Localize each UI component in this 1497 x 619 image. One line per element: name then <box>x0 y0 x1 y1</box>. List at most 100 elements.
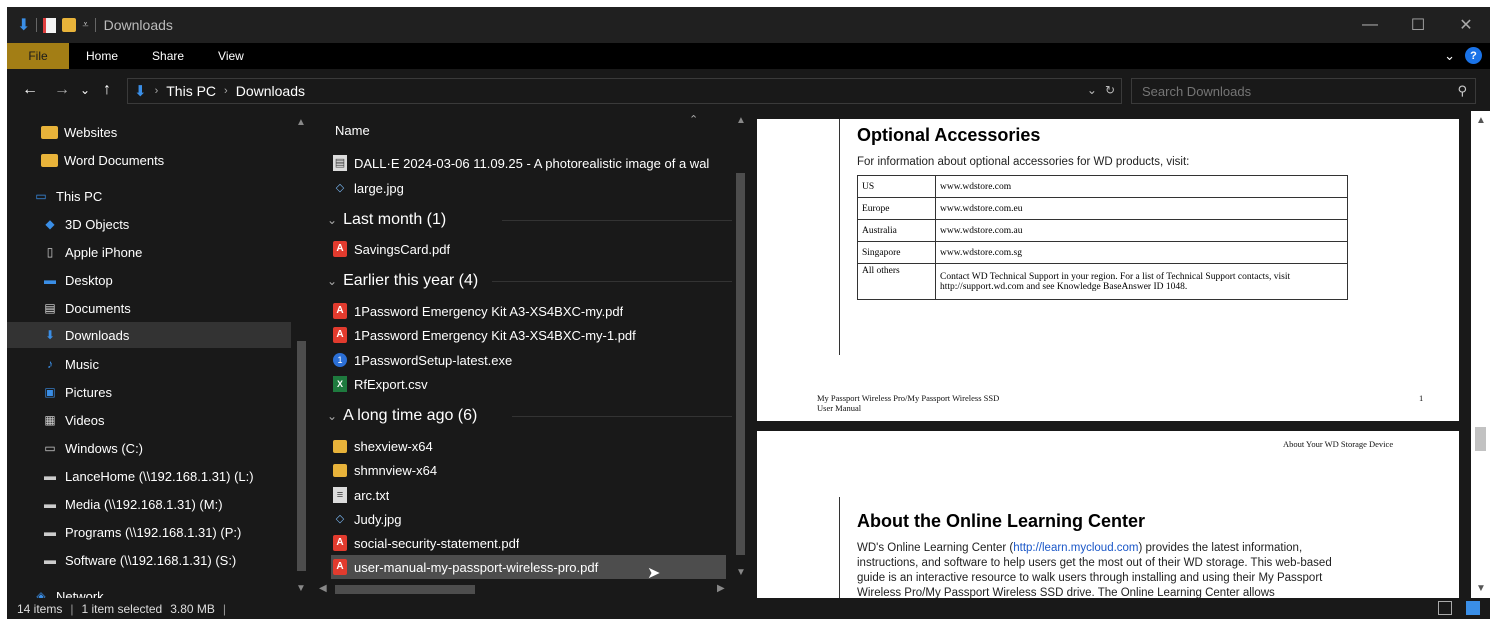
tab-view[interactable]: View <box>201 43 261 69</box>
nav-item-this-pc[interactable]: ▭ This PC <box>32 183 102 209</box>
file-row[interactable]: shmnview-x64 <box>333 458 437 482</box>
pdf-icon: A <box>333 559 347 575</box>
details-view-icon[interactable] <box>1438 601 1452 615</box>
nav-item-pictures[interactable]: ▣ Pictures <box>41 379 112 405</box>
nav-scroll-thumb[interactable] <box>297 341 306 571</box>
nav-item-downloads[interactable]: ⬇ Downloads <box>7 322 291 348</box>
scroll-down-icon[interactable]: ▼ <box>736 567 746 578</box>
file-list-hscroll-thumb[interactable] <box>335 585 475 594</box>
nav-item-label: Music <box>65 356 99 372</box>
network-icon: ◈ <box>36 589 46 598</box>
file-name: DALL·E 2024-03-06 11.09.25 - A photoreal… <box>354 155 710 171</box>
nav-item-label: Pictures <box>65 384 112 400</box>
folder-icon <box>41 125 58 139</box>
search-box[interactable]: ⚲ <box>1131 78 1476 104</box>
file-name: 1Password Emergency Kit A3-XS4BXC-my-1.p… <box>354 327 636 343</box>
forward-button[interactable]: → <box>49 81 75 99</box>
scroll-down-icon[interactable]: ▼ <box>296 583 306 594</box>
file-row[interactable]: 1 1PasswordSetup-latest.exe <box>333 348 512 372</box>
nav-item-windows-c[interactable]: ▭ Windows (C:) <box>41 435 143 461</box>
group-divider <box>502 220 732 221</box>
scroll-up-icon[interactable]: ▲ <box>736 115 746 126</box>
nav-item-software-s[interactable]: ▬ Software (\\192.168.1.31) (S:) <box>41 547 236 573</box>
group-header-earlier-this-year[interactable]: ⌄ Earlier this year (4) <box>327 269 732 293</box>
nav-item-label: Word Documents <box>64 152 165 168</box>
explorer-window: ⬇ ⩡ Downloads — ☐ ✕ File Home Share View… <box>7 7 1490 619</box>
search-input[interactable] <box>1142 83 1442 99</box>
navigation-pane: Websites Word Documents ▭ This PC ◆ 3D Obj… <box>7 111 313 598</box>
file-row[interactable]: shexview-x64 <box>333 434 433 458</box>
maximize-button[interactable]: ☐ <box>1394 7 1442 43</box>
videos-icon: ▦ <box>44 413 56 427</box>
file-list-scroll-thumb[interactable] <box>736 173 745 555</box>
nav-scrollbar[interactable]: ▲ ▼ <box>293 111 310 598</box>
address-dropdown-icon[interactable]: ⌄ <box>1087 83 1097 97</box>
scroll-up-icon[interactable]: ▲ <box>1476 115 1486 126</box>
file-row[interactable]: A 1Password Emergency Kit A3-XS4BXC-my.pd… <box>333 299 623 323</box>
phone-icon: ▯ <box>46 245 54 259</box>
breadcrumb-downloads[interactable]: Downloads <box>236 83 305 99</box>
nav-item-media-m[interactable]: ▬ Media (\\192.168.1.31) (M:) <box>41 491 223 517</box>
file-row[interactable]: X RfExport.csv <box>333 372 428 396</box>
recent-locations-button[interactable]: ⌄ <box>75 83 95 97</box>
nav-item-videos[interactable]: ▦ Videos <box>41 407 104 433</box>
pdf-icon: A <box>333 327 347 343</box>
help-icon[interactable]: ? <box>1465 47 1482 64</box>
toolbar-divider <box>36 18 38 32</box>
address-bar[interactable]: ⬇ › This PC › Downloads ⌄ ↻ <box>127 78 1122 104</box>
column-header-name[interactable]: Name <box>335 123 370 138</box>
tab-file[interactable]: File <box>7 43 69 69</box>
close-button[interactable]: ✕ <box>1442 7 1490 43</box>
preview-scrollbar[interactable]: ▲ ▼ <box>1471 111 1490 598</box>
file-list-horizontal-scrollbar[interactable]: ◀ ▶ <box>313 581 733 598</box>
refresh-icon[interactable]: ↻ <box>1105 83 1115 97</box>
breadcrumb-this-pc[interactable]: This PC <box>166 83 216 99</box>
back-button[interactable]: ← <box>17 81 43 99</box>
scroll-down-icon[interactable]: ▼ <box>1476 583 1486 594</box>
file-row[interactable]: ◇ Judy.jpg <box>333 507 402 531</box>
chevron-down-icon: ⌄ <box>327 274 338 288</box>
scroll-left-icon[interactable]: ◀ <box>319 583 327 594</box>
file-row[interactable]: ◇ large.jpg <box>333 176 404 200</box>
nav-item-documents[interactable]: ▤ Documents <box>41 295 130 321</box>
file-name: SavingsCard.pdf <box>354 241 451 257</box>
up-button[interactable]: ↑ <box>95 81 119 99</box>
file-list-vertical-scrollbar[interactable]: ▲ ▼ <box>732 111 748 581</box>
group-header-a-long-time-ago[interactable]: ⌄ A long time ago (6) <box>327 404 732 428</box>
nav-item-network[interactable]: ◈ Network <box>32 583 103 599</box>
nav-item-3d-objects[interactable]: ◆ 3D Objects <box>41 211 129 237</box>
tab-share[interactable]: Share <box>135 43 201 69</box>
nav-item-word-documents[interactable]: Word Documents <box>41 147 164 173</box>
nav-item-music[interactable]: ♪ Music <box>41 351 99 377</box>
page-heading: Optional Accessories <box>857 125 1041 145</box>
new-folder-icon[interactable] <box>62 18 77 32</box>
expand-ribbon-icon[interactable]: ⌄ <box>1444 48 1455 64</box>
customize-toolbar-icon[interactable]: ⩡ <box>82 19 88 32</box>
file-row[interactable]: Asocial-security-statement.pdf <box>333 531 519 555</box>
nav-item-apple-iphone[interactable]: ▯ Apple iPhone <box>41 239 143 265</box>
tab-home[interactable]: Home <box>69 43 135 69</box>
scroll-up-icon[interactable]: ▲ <box>296 117 306 128</box>
scroll-right-icon[interactable]: ▶ <box>717 583 725 594</box>
nav-item-lancehome-l[interactable]: ▬ LanceHome (\\192.168.1.31) (L:) <box>41 463 254 489</box>
nav-item-programs-p[interactable]: ▬ Programs (\\192.168.1.31) (P:) <box>41 519 241 545</box>
file-row[interactable]: A SavingsCard.pdf <box>333 237 450 261</box>
properties-icon[interactable] <box>43 17 57 33</box>
file-row-selected[interactable]: Auser-manual-my-passport-wireless-pro.pd… <box>331 555 726 579</box>
network-drive-icon: ▬ <box>44 469 56 483</box>
group-header-last-month[interactable]: ⌄ Last month (1) <box>327 208 732 232</box>
minimize-button[interactable]: — <box>1346 7 1394 43</box>
large-icons-view-icon[interactable] <box>1466 601 1480 615</box>
selection-info: 1 item selected <box>81 601 163 616</box>
pdf-page-2: About Your WD Storage Device About the O… <box>757 431 1459 598</box>
learning-center-link[interactable]: http://learn.mycloud.com <box>1013 542 1138 554</box>
search-icon[interactable]: ⚲ <box>1457 83 1467 99</box>
file-row[interactable]: ≡ arc.txt <box>333 483 389 507</box>
nav-item-desktop[interactable]: ▬ Desktop <box>41 267 113 293</box>
nav-item-websites[interactable]: Websites <box>41 119 117 145</box>
preview-scroll-thumb[interactable] <box>1475 427 1486 451</box>
mouse-cursor-icon: ➤ <box>647 565 661 582</box>
file-row[interactable]: A 1Password Emergency Kit A3-XS4BXC-my-1.… <box>333 323 636 347</box>
page-header: About Your WD Storage Device <box>1283 439 1394 449</box>
file-row[interactable]: ▤ DALL·E 2024-03-06 11.09.25 - A photorea… <box>333 151 709 175</box>
